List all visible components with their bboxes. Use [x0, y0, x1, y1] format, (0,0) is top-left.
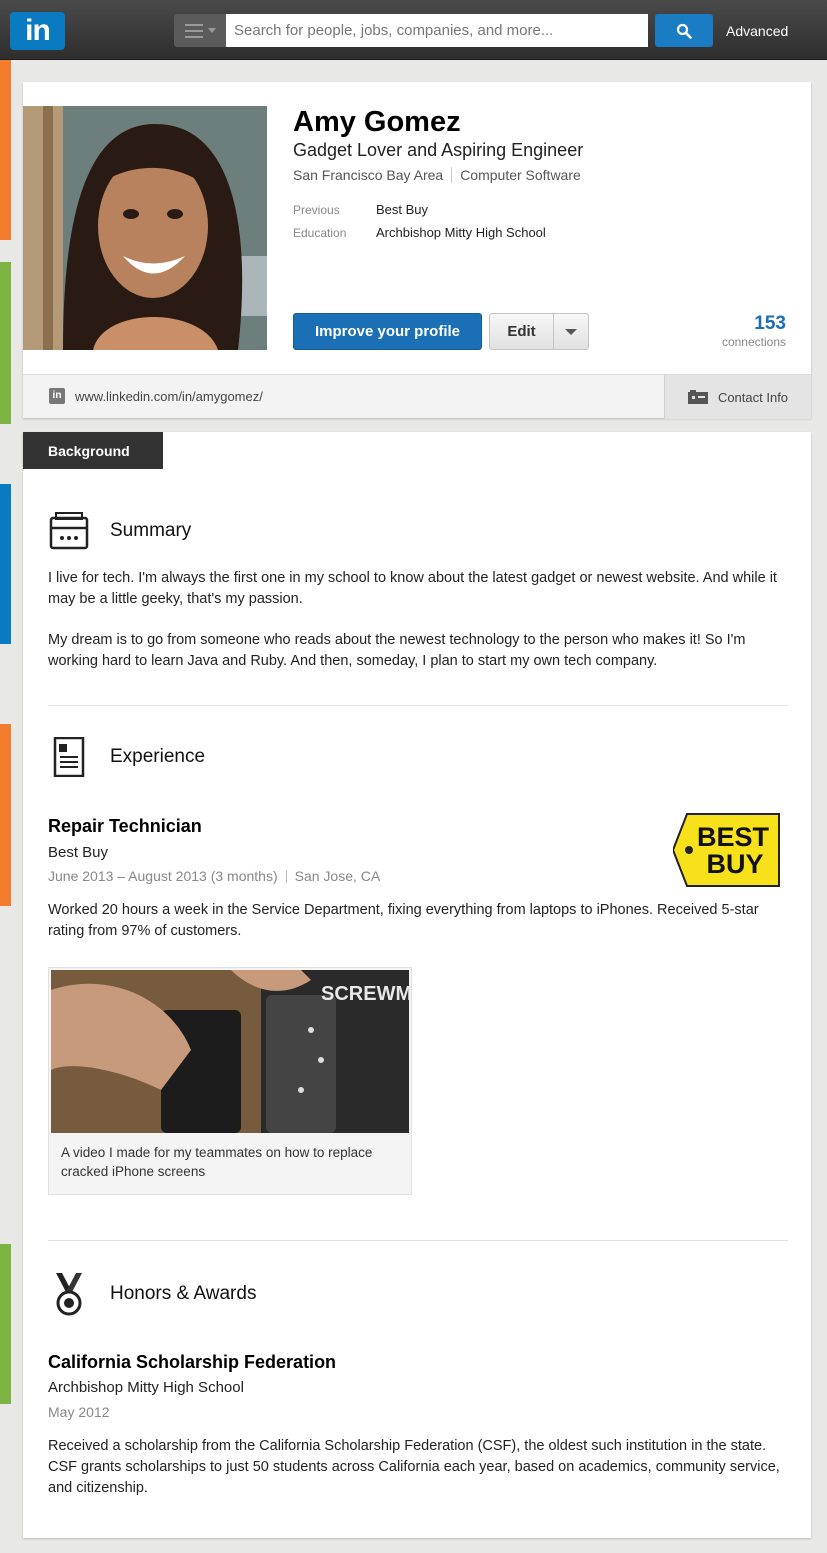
job-title[interactable]: Repair Technician — [48, 816, 202, 837]
search-icon — [676, 23, 692, 39]
best-buy-logo-text-1: BEST — [697, 822, 770, 852]
job-company[interactable]: Best Buy — [48, 844, 108, 861]
education-value[interactable]: Archbishop Mitty High School — [376, 225, 546, 240]
contact-info-button[interactable]: Contact Info — [664, 375, 811, 419]
summary-paragraph-2: My dream is to go from someone who reads… — [48, 632, 746, 669]
public-profile-url[interactable]: www.linkedin.com/in/amygomez/ — [75, 389, 263, 404]
improve-profile-button[interactable]: Improve your profile — [293, 313, 482, 350]
video-thumbnail[interactable]: SCREWMAT — [51, 970, 409, 1133]
job-description: Worked 20 hours a week in the Service De… — [48, 902, 759, 939]
section-divider — [48, 1240, 788, 1241]
chevron-down-icon — [207, 28, 216, 33]
side-tab-orange-1 — [0, 60, 11, 240]
background-tab[interactable]: Background — [23, 432, 163, 469]
edit-dropdown-button[interactable] — [554, 314, 588, 349]
connections-count[interactable]: 153 — [754, 313, 786, 335]
background-section: Background Summary I live for tech. I'm … — [23, 432, 811, 1538]
experience-title: Experience — [110, 746, 206, 767]
previous-value[interactable]: Best Buy — [376, 202, 428, 217]
hamburger-icon — [184, 23, 203, 38]
previous-row: Previous Best Buy — [293, 202, 428, 217]
logo-text: in — [10, 12, 65, 50]
summary-paragraph-1: I live for tech. I'm always the first on… — [48, 570, 777, 607]
media-caption: A video I made for my teammates on how t… — [61, 1145, 373, 1179]
section-divider — [48, 705, 788, 706]
summary-header: Summary — [48, 512, 191, 550]
side-tab-green-1 — [0, 262, 11, 424]
honors-header: Honors & Awards — [48, 1272, 256, 1316]
contact-info-label: Contact Info — [717, 389, 789, 405]
profile-name: Amy Gomez — [293, 106, 461, 138]
job-location: San Jose, CA — [294, 868, 381, 884]
education-row: Education Archbishop Mitty High School — [293, 225, 546, 240]
profile-card: Amy Gomez Gadget Lover and Aspiring Engi… — [23, 82, 811, 419]
advanced-search-link[interactable]: Advanced — [726, 23, 788, 39]
medal-icon — [56, 1273, 82, 1316]
edit-button-group: Edit — [489, 313, 589, 350]
best-buy-logo[interactable]: BEST BUY — [671, 812, 781, 893]
location-link[interactable]: San Francisco Bay Area — [293, 167, 443, 183]
summary-title: Summary — [110, 520, 192, 541]
industry-link[interactable]: Computer Software — [460, 167, 581, 183]
meta-divider — [451, 167, 453, 183]
profile-meta: San Francisco Bay Area Computer Software — [293, 167, 581, 183]
side-tab-orange-2 — [0, 724, 11, 906]
award-issuer: Archbishop Mitty High School — [48, 1379, 244, 1396]
summary-icon — [49, 512, 89, 550]
profile-headline: Gadget Lover and Aspiring Engineer — [293, 140, 584, 160]
profile-card-footer: in www.linkedin.com/in/amygomez/ Contact… — [23, 374, 811, 419]
top-nav-bar: in Advanced — [0, 0, 827, 60]
public-url-row: in www.linkedin.com/in/amygomez/ — [49, 388, 263, 404]
profile-photo[interactable] — [23, 106, 267, 350]
contact-card-icon — [687, 390, 708, 404]
award-date-text: May 2012 — [48, 1404, 110, 1420]
search-category-menu-button[interactable] — [174, 14, 226, 47]
education-label: Education — [293, 226, 347, 240]
best-buy-logo-text-2: BUY — [706, 849, 763, 879]
award-date: May 2012 — [48, 1404, 109, 1420]
linkedin-small-icon: in — [49, 388, 65, 404]
honors-title: Honors & Awards — [110, 1283, 257, 1304]
experience-media-item[interactable]: SCREWMAT A video I made for my teammates… — [48, 967, 412, 1195]
job-dates: June 2013 – August 2013 (3 months) — [48, 868, 278, 884]
experience-header: Experience — [48, 737, 205, 777]
previous-label: Previous — [293, 203, 340, 217]
date-divider — [285, 869, 287, 883]
linkedin-logo[interactable]: in — [10, 12, 65, 50]
resume-icon — [53, 737, 85, 777]
award-title: California Scholarship Federation — [48, 1352, 337, 1372]
chevron-down-icon — [565, 328, 577, 335]
search-button[interactable] — [655, 14, 713, 47]
award-description: Received a scholarship from the Californ… — [48, 1438, 780, 1496]
search-input[interactable] — [226, 14, 648, 47]
edit-button[interactable]: Edit — [490, 314, 554, 349]
side-tab-green-2 — [0, 1244, 11, 1404]
screwmat-label: SCREWMAT — [321, 983, 409, 1005]
connections-label: connections — [721, 335, 786, 349]
side-tab-blue — [0, 484, 11, 644]
job-dates-row: June 2013 – August 2013 (3 months) San J… — [48, 868, 380, 884]
